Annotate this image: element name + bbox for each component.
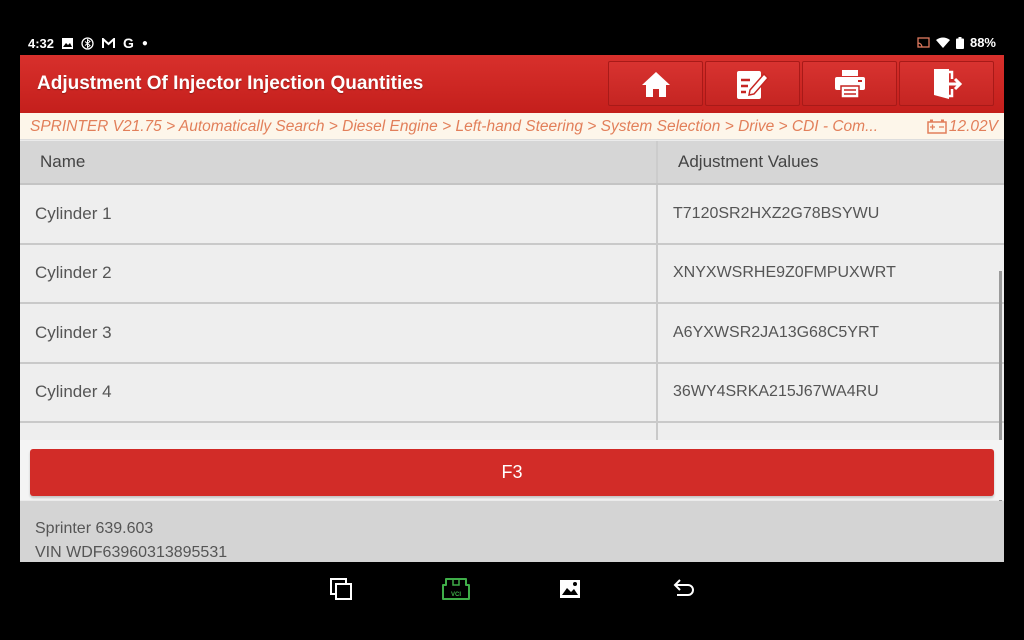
svg-text:VCI: VCI: [451, 592, 461, 598]
battery-voltage: 12.02V: [920, 113, 998, 139]
adjustment-value: 36WY4SRKA215J67WA4RU: [673, 383, 879, 401]
back-button[interactable]: [670, 574, 700, 604]
screenshot-button[interactable]: [555, 574, 585, 604]
screenshot-icon: [560, 580, 580, 598]
recent-apps-icon: [330, 578, 352, 600]
table-header: Name Adjustment Values: [20, 141, 1004, 185]
print-button[interactable]: [802, 61, 897, 106]
table-row[interactable]: Cylinder 2 XNYXWSRHE9Z0FMPUXWRT: [20, 244, 1004, 304]
home-button[interactable]: [608, 61, 703, 106]
cylinder-name: Cylinder 1: [20, 185, 658, 243]
navigation-bar: VCI: [0, 562, 1024, 640]
bluetooth-icon: [81, 36, 94, 50]
exit-icon: [933, 68, 962, 99]
image-notification-icon: [62, 37, 74, 49]
wifi-icon: [935, 37, 950, 48]
report-button[interactable]: [705, 61, 800, 106]
cylinder-name: Cylinder 4: [20, 363, 658, 421]
app-window: Adjustment Of Injector Injection Quantit…: [20, 55, 1004, 562]
cast-icon: [917, 37, 930, 48]
edit-report-icon: [736, 70, 769, 99]
table-row[interactable]: Cylinder 1 T7120SR2HXZ2G78BSYWU: [20, 185, 1004, 245]
cylinder-name: Cylinder 3: [20, 304, 658, 362]
recent-apps-button[interactable]: [326, 574, 356, 604]
toolbar: [608, 61, 994, 106]
vci-icon: VCI: [442, 578, 470, 600]
cylinder-name: Cylinder 2: [20, 244, 658, 302]
clock: 4:32: [28, 35, 55, 51]
battery-icon: [955, 36, 964, 49]
page-title: Adjustment Of Injector Injection Quantit…: [37, 73, 424, 94]
vci-button[interactable]: VCI: [439, 574, 473, 604]
exit-button[interactable]: [899, 61, 994, 106]
adjustment-value: A6YXWSR2JA13G68C5YRT: [673, 323, 880, 341]
title-bar: Adjustment Of Injector Injection Quantit…: [20, 55, 1004, 113]
car-battery-icon: [927, 119, 947, 134]
adjustment-value: XNYXWSRHE9Z0FMPUXWRT: [673, 264, 896, 282]
home-icon: [641, 71, 670, 97]
column-header-name: Name: [20, 141, 658, 183]
dot-icon: ●: [141, 37, 148, 49]
f3-button[interactable]: F3: [30, 449, 994, 496]
print-icon: [834, 69, 865, 99]
battery-percent: 88%: [969, 35, 996, 50]
action-bar: F3: [20, 440, 1004, 500]
breadcrumb: SPRINTER V21.75 > Automatically Search >…: [20, 113, 1004, 140]
status-left: 4:32 G ●: [28, 35, 148, 51]
table-row[interactable]: Cylinder 4 36WY4SRKA215J67WA4RU: [20, 363, 1004, 423]
status-right: 88%: [917, 35, 996, 50]
gmail-icon: [102, 37, 116, 48]
table-row[interactable]: Cylinder 3 A6YXWSR2JA13G68C5YRT: [20, 304, 1004, 364]
column-header-adjustment-values: Adjustment Values: [678, 152, 819, 171]
vehicle-model: Sprinter 639.603: [35, 520, 154, 537]
adjustment-value: T7120SR2HXZ2G78BSYWU: [673, 204, 880, 222]
google-icon: G: [123, 35, 134, 51]
voltage-value: 12.02V: [948, 118, 998, 135]
vehicle-info: Sprinter 639.603 VIN WDF63960313895531: [20, 501, 1004, 562]
status-bar: 4:32 G ● 88%: [0, 0, 1024, 55]
back-icon: [673, 579, 694, 596]
breadcrumb-path: SPRINTER V21.75 > Automatically Search >…: [30, 118, 879, 135]
